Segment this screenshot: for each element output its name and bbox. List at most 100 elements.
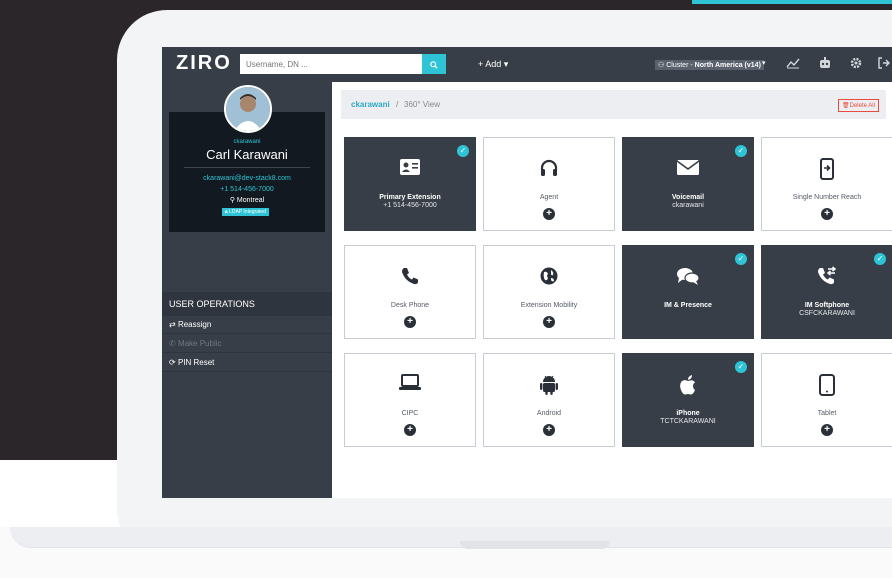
tile-label: IM & Presence [664,302,712,309]
breadcrumb: ckarawani / 360° View 🗑︎Delete All [341,90,886,119]
plus-circle-icon[interactable]: + [543,208,555,220]
check-icon: ✓ [735,145,747,157]
refresh-icon: ⟳ [169,358,178,367]
cluster-value: North America (v14) [694,62,761,69]
chat-icon [623,266,753,291]
mobile-forward-icon [762,158,892,185]
tile-iphone[interactable]: iPhone TCTCKARAWANI ✓ [622,353,754,447]
tile-single-number-reach[interactable]: Single Number Reach + [761,137,892,231]
cluster-icon: ⚇ [658,62,667,69]
robot-icon[interactable] [818,57,832,72]
cluster-prefix: Cluster - [666,62,695,69]
search-input[interactable] [240,54,422,74]
operation-reassign-label: Reassign [177,320,212,329]
avatar [224,85,272,133]
tile-sublabel: ckarawani [672,202,704,209]
gear-icon[interactable] [850,57,862,72]
tile-desk-phone[interactable]: Desk Phone + [344,245,476,339]
profile-location: ⚲ Montreal [162,196,332,204]
plus-circle-icon[interactable]: + [543,424,555,436]
tile-label: Tablet [817,410,837,417]
operation-make-public-label: Make Public [177,339,222,348]
tile-sublabel: TCTCKARAWANI [660,418,716,425]
tile-label: Desk Phone [390,302,430,309]
plus-circle-icon[interactable]: + [404,424,416,436]
tile-label: Single Number Reach [792,194,862,201]
check-icon: ✓ [735,361,747,373]
top-navbar: ZIRO + Add ▾ ⚇ Cluster - North America (… [162,47,892,82]
map-marker-icon: ⚲ [229,197,237,204]
main-content: ckarawani / 360° View 🗑︎Delete All Prima… [332,82,892,498]
search-icon [430,60,438,69]
tile-extension-mobility[interactable]: Extension Mobility + [483,245,615,339]
android-icon [484,374,614,401]
background-accent-stripe [692,0,892,4]
app-logo[interactable]: ZIRO [176,52,232,75]
phone-icon [345,266,475,291]
tile-sublabel: +1 514-456-7000 [383,202,437,209]
plus-circle-icon[interactable]: + [821,424,833,436]
plus-circle-icon[interactable]: + [404,316,416,328]
apple-icon [623,374,753,401]
analytics-chart-icon[interactable] [786,57,800,72]
ldap-badge: 🔒︎ LDAP Integrated [222,208,269,216]
laptop-icon [345,374,475,397]
plus-circle-icon[interactable]: + [821,208,833,220]
ldap-badge-text: LDAP Integrated [229,209,266,215]
check-icon: ✓ [874,253,886,265]
tile-label: Agent [539,194,559,201]
profile-username: ckarawani [233,139,261,145]
tile-android[interactable]: Android + [483,353,615,447]
tile-sublabel: CSFCKARAWANI [799,310,855,317]
tile-label: CIPC [401,410,419,417]
breadcrumb-separator: / [396,100,399,109]
sidebar: ckarawani Carl Karawani ckarawani@dev-st… [162,82,332,498]
app-screen: ZIRO + Add ▾ ⚇ Cluster - North America (… [162,47,892,498]
delete-all-button[interactable]: 🗑︎Delete All [838,99,879,112]
add-menu-button[interactable]: + Add ▾ [478,59,508,70]
trash-icon: 🗑︎ [842,103,850,109]
laptop-base-edge [10,527,892,548]
laptop-notch [460,541,610,549]
tablet-icon [762,374,892,401]
delete-all-label: Delete All [849,103,875,109]
search-button[interactable] [422,54,446,74]
check-icon: ✓ [735,253,747,265]
breadcrumb-user-link[interactable]: ckarawani [351,100,390,109]
tile-agent[interactable]: Agent + [483,137,615,231]
cluster-caret-icon[interactable]: ▾ [762,59,766,67]
tile-voicemail[interactable]: Voicemail ckarawani ✓ [622,137,754,231]
envelope-icon [623,158,753,181]
profile-divider [184,167,310,168]
tile-label: Voicemail [671,194,705,201]
tile-label: Primary Extension [379,194,441,201]
user-operations-header: USER OPERATIONS [162,292,332,316]
tile-label: iPhone [676,410,700,417]
operation-reassign[interactable]: ⇄ Reassign [162,316,332,334]
globe-icon [484,266,614,291]
logout-icon[interactable] [878,57,890,72]
profile-email[interactable]: ckarawani@dev-stack8.com [162,175,332,182]
tile-cipc[interactable]: CIPC + [344,353,476,447]
tile-primary-extension[interactable]: Primary Extension +1 514-456-7000 ✓ [344,137,476,231]
reassign-icon: ⇄ [169,320,178,329]
operation-pin-reset-label: PIN Reset [177,358,215,367]
plus-circle-icon[interactable]: + [543,316,555,328]
tile-label: IM Softphone [804,302,850,309]
tile-label: Android [536,410,562,417]
headset-icon [484,158,614,183]
tile-im-presence[interactable]: IM & Presence ✓ [622,245,754,339]
profile-phone: +1 514-456-7000 [220,186,274,193]
contact-card-icon [345,158,475,181]
operation-make-public: ✆ Make Public [162,335,332,353]
cluster-selector[interactable]: ⚇ Cluster - North America (v14) [655,60,764,70]
check-icon: ✓ [457,145,469,157]
profile-location-text: Montreal [236,197,265,204]
phone-icon-small: ✆ [169,339,178,348]
operation-pin-reset[interactable]: ⟳ PIN Reset [162,354,332,372]
tile-label: Extension Mobility [520,302,578,309]
tile-tablet[interactable]: Tablet + [761,353,892,447]
tile-im-softphone[interactable]: IM Softphone CSFCKARAWANI ✓ [761,245,892,339]
profile-full-name: Carl Karawani [206,147,288,162]
breadcrumb-current-page: 360° View [404,100,440,109]
